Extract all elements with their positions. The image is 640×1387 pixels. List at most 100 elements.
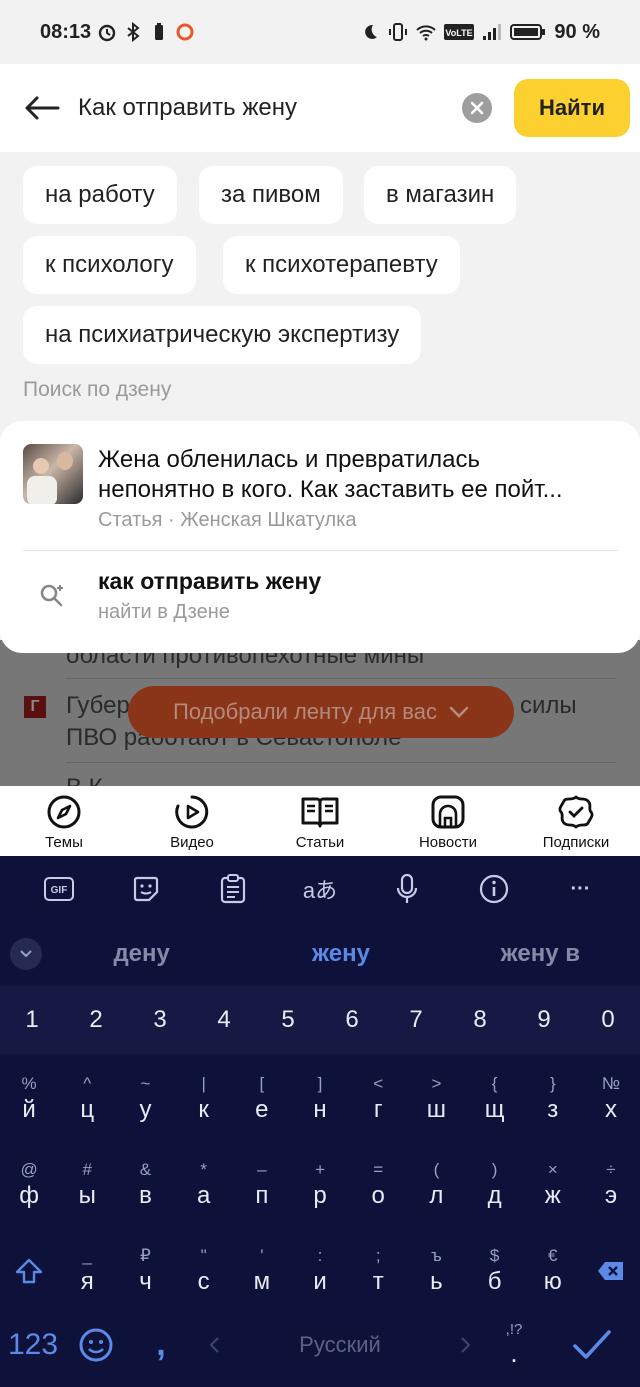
emoji-icon xyxy=(79,1328,113,1361)
space-key[interactable]: Русский xyxy=(196,1332,484,1358)
key[interactable]: 6 xyxy=(320,986,384,1054)
search-results-card: Жена обленилась и превратилась непонятно… xyxy=(0,421,640,653)
news-source-logo: Г xyxy=(24,696,46,718)
clipboard-button[interactable] xyxy=(215,871,251,907)
key[interactable]: 7 xyxy=(384,986,448,1054)
feed-divider xyxy=(66,678,616,679)
word-suggestion[interactable]: жену в xyxy=(441,940,640,968)
key[interactable]: + р xyxy=(291,1142,349,1228)
key[interactable]: 1 xyxy=(0,986,64,1054)
chevron-down-icon xyxy=(20,950,32,958)
key[interactable]: {щ xyxy=(466,1056,524,1142)
voice-button[interactable] xyxy=(389,871,425,907)
key[interactable]: × ж xyxy=(524,1142,582,1228)
enter-key[interactable] xyxy=(544,1329,640,1361)
status-bar: 08:13 VoLTE 90 % xyxy=(0,0,640,64)
period-key[interactable]: ,!? . xyxy=(484,1321,544,1369)
translate-button[interactable]: aあ xyxy=(302,871,338,907)
suggestion-chip[interactable]: к психологу xyxy=(23,236,196,294)
key[interactable]: | к xyxy=(175,1056,233,1142)
search-header: Как отправить жену Найти xyxy=(0,64,640,152)
nav-item-subscriptions[interactable]: Подписки xyxy=(512,786,640,856)
comma-key[interactable]: , xyxy=(126,1325,196,1364)
back-button[interactable] xyxy=(24,96,60,120)
key[interactable]: 2 xyxy=(64,986,128,1054)
alarm-icon xyxy=(98,24,116,42)
key[interactable]: [е xyxy=(233,1056,291,1142)
keyboard: GIF aあ ··· дену жену жену в 1 2 3 4 5 6 … xyxy=(0,856,640,1387)
article-title-line: непонятно в кого. Как заставить ее пойт.… xyxy=(98,476,563,503)
feed-line: В К xyxy=(66,774,103,786)
gif-button[interactable]: GIF xyxy=(41,871,77,907)
key[interactable]: } з xyxy=(524,1056,582,1142)
nav-label: Статьи xyxy=(295,834,345,851)
key[interactable]: № х xyxy=(582,1056,640,1142)
suggestion-chip[interactable]: на психиатрическую экспертизу xyxy=(23,306,422,364)
key[interactable]: – п xyxy=(233,1142,291,1228)
gif-icon: GIF xyxy=(44,877,75,901)
key[interactable]: * а xyxy=(175,1142,233,1228)
symbols-key[interactable]: 123 xyxy=(0,1328,66,1362)
keyboard-toolbar: GIF aあ ··· xyxy=(0,856,640,922)
article-thumbnail[interactable] xyxy=(23,444,83,504)
search-input[interactable]: Как отправить жену xyxy=(78,94,462,122)
book-icon xyxy=(301,797,339,828)
key[interactable]: ] н xyxy=(291,1056,349,1142)
key[interactable]: 8 xyxy=(448,986,512,1054)
clipboard-icon xyxy=(221,874,246,904)
key[interactable]: < г xyxy=(349,1056,407,1142)
nav-item-topics[interactable]: Темы xyxy=(0,786,128,856)
arrow-left-icon xyxy=(25,96,60,120)
suggestion-chip[interactable]: к психотерапевту xyxy=(223,236,460,294)
word-suggestion[interactable]: жену xyxy=(241,940,440,968)
play-icon xyxy=(175,795,209,829)
checkmark-icon xyxy=(573,1329,611,1359)
more-icon: ··· xyxy=(570,877,591,900)
key[interactable]: > ш xyxy=(407,1056,465,1142)
svg-text:GIF: GIF xyxy=(51,885,68,896)
wifi-icon xyxy=(416,25,437,41)
sticker-button[interactable] xyxy=(128,871,164,907)
microphone-icon xyxy=(396,873,417,903)
divider xyxy=(23,550,618,551)
key[interactable]: 5 xyxy=(256,986,320,1054)
suggestion-chip[interactable]: за пивом xyxy=(199,166,343,224)
battery-icon xyxy=(510,24,546,40)
nav-item-news[interactable]: Новости xyxy=(384,786,512,856)
nav-item-articles[interactable]: Статьи xyxy=(256,786,384,856)
nav-label: Новости xyxy=(418,834,478,851)
key[interactable]: ^ ц xyxy=(58,1056,116,1142)
feed-pill[interactable]: Подобрали ленту для вас xyxy=(128,686,514,738)
key[interactable]: (л xyxy=(407,1142,465,1228)
key[interactable]: # ы xyxy=(58,1142,116,1228)
suggestion-expand-button[interactable] xyxy=(10,938,42,970)
key[interactable]: = о xyxy=(349,1142,407,1228)
word-suggestion[interactable]: дену xyxy=(42,940,241,968)
key[interactable]: ~ у xyxy=(116,1056,174,1142)
key[interactable]: @ ф xyxy=(0,1142,58,1228)
emoji-key[interactable] xyxy=(66,1327,126,1363)
key[interactable]: ) д xyxy=(466,1142,524,1228)
space-key-label: Русский xyxy=(299,1331,381,1357)
key[interactable]: % й xyxy=(0,1056,58,1142)
status-time: 08:13 xyxy=(40,20,92,43)
info-button[interactable] xyxy=(476,871,512,907)
key[interactable]: 0 xyxy=(576,986,640,1054)
key[interactable]: & в xyxy=(116,1142,174,1228)
query-result-title[interactable]: как отправить жену xyxy=(98,568,321,595)
close-icon xyxy=(470,101,484,115)
suggestion-chip[interactable]: в магазин xyxy=(364,166,517,224)
more-button[interactable]: ··· xyxy=(562,871,598,907)
find-button[interactable]: Найти xyxy=(514,79,630,137)
feed-line: Губер xyxy=(66,692,130,719)
key[interactable]: 4 xyxy=(192,986,256,1054)
key-row-1: % й ^ ц ~ у | к [е ] н < г > ш {щ } з № х xyxy=(0,1056,640,1142)
article-title[interactable]: Жена обленилась и превратилась непонятно… xyxy=(98,445,618,505)
suggestion-chip[interactable]: на работу xyxy=(23,166,177,224)
clear-button[interactable] xyxy=(462,93,492,123)
key[interactable]: 3 xyxy=(128,986,192,1054)
key[interactable]: ÷ э xyxy=(582,1142,640,1228)
key[interactable]: 9 xyxy=(512,986,576,1054)
nav-item-video[interactable]: Видео xyxy=(128,786,256,856)
volte-icon: VoLTE xyxy=(444,24,475,40)
